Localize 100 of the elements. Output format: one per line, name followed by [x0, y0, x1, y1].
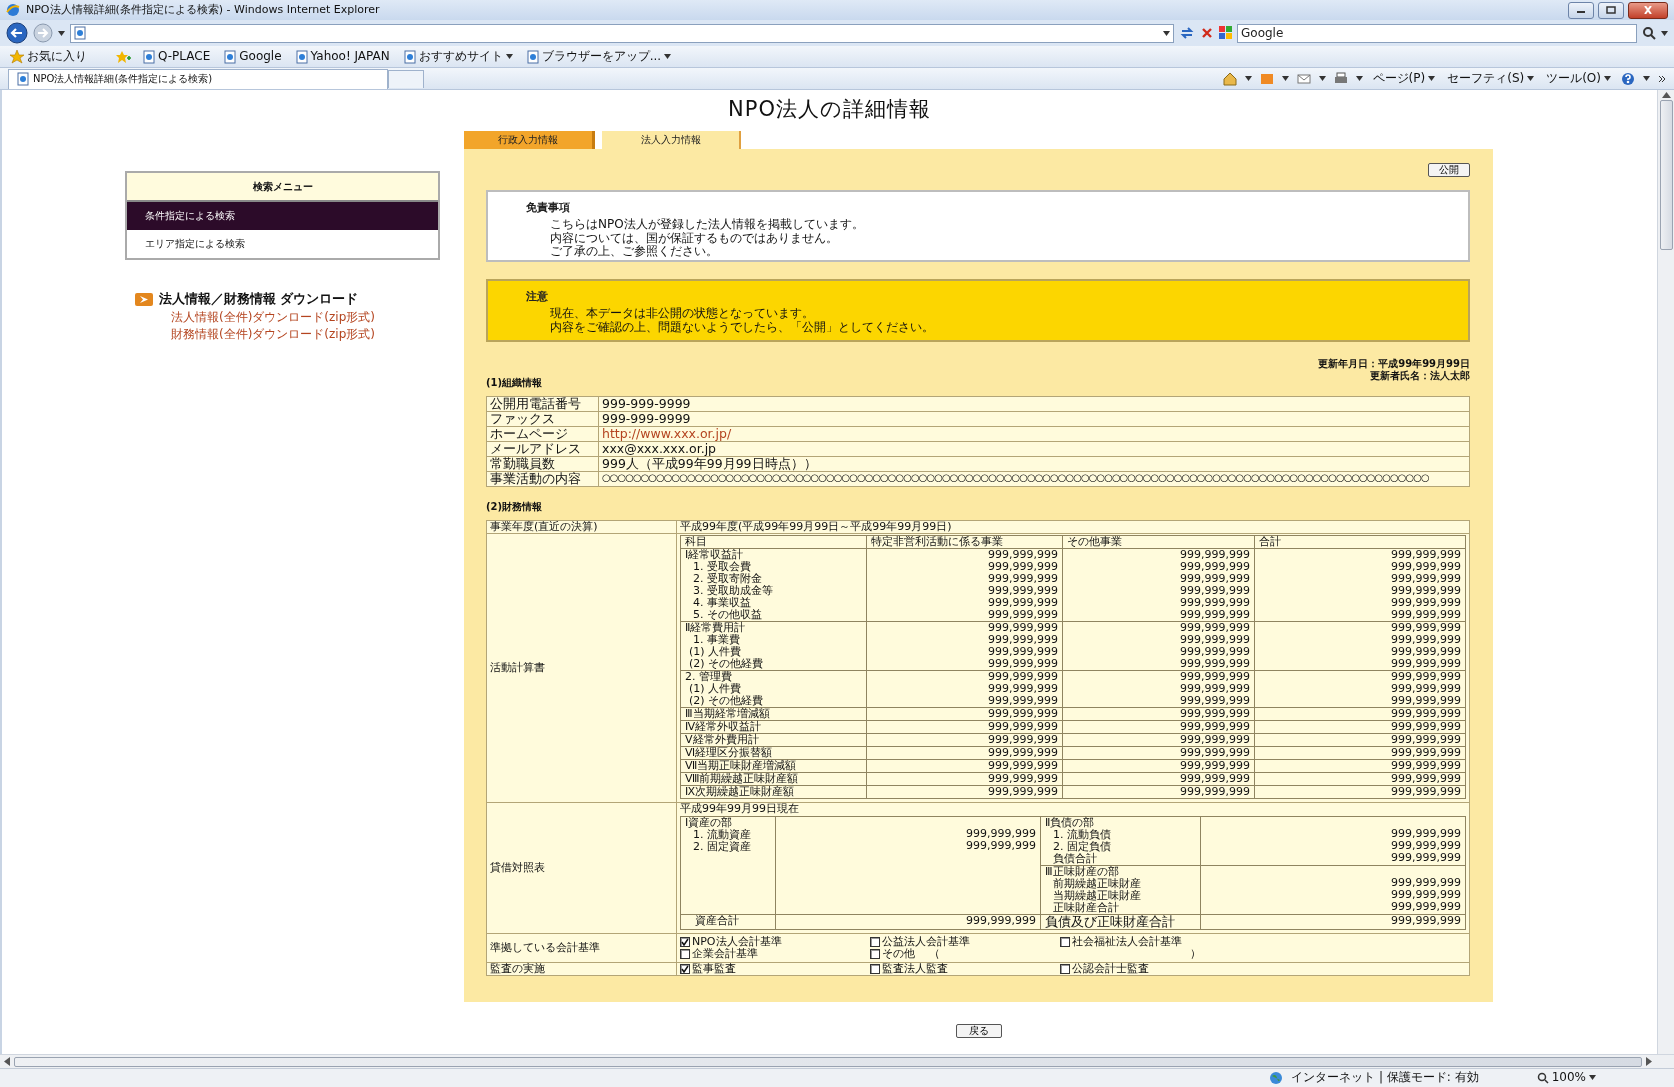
- toolbar-button[interactable]: [1333, 71, 1348, 86]
- caret-icon[interactable]: [1589, 1075, 1596, 1081]
- caret-icon[interactable]: [1643, 76, 1650, 81]
- bookmark-link[interactable]: Google: [222, 49, 284, 64]
- printer-icon: [1333, 71, 1348, 86]
- refresh-button[interactable]: [1179, 26, 1195, 40]
- help-icon: [1621, 71, 1635, 86]
- caret-icon[interactable]: [505, 54, 513, 59]
- caret-icon[interactable]: [1163, 30, 1170, 36]
- amount-text: 999,999,999: [1390, 773, 1461, 786]
- checkbox[interactable]: [870, 949, 880, 960]
- amount-text: 999,999,999: [1390, 683, 1461, 696]
- caret-icon[interactable]: [1428, 76, 1436, 81]
- help-button[interactable]: [1621, 71, 1635, 86]
- search-field[interactable]: Google: [1237, 23, 1637, 43]
- checkbox[interactable]: [680, 949, 690, 960]
- amount-text: 999,999,999: [1390, 786, 1461, 799]
- checkbox[interactable]: [1060, 937, 1070, 948]
- table-cell: 貸借対照表: [486, 802, 677, 934]
- forward-button[interactable]: [33, 23, 53, 43]
- horizontal-scrollbar[interactable]: [0, 1054, 1674, 1068]
- menu-item[interactable]: 条件指定による検索: [127, 202, 438, 231]
- maximize-button[interactable]: [1598, 1, 1624, 19]
- amount-text: 999,999,999: [1179, 622, 1250, 635]
- vertical-scrollbar[interactable]: [1657, 90, 1674, 1054]
- table-cell: 常勤職員数: [486, 456, 599, 472]
- amount-text: 999,999,999: [987, 671, 1058, 684]
- search-button[interactable]: [1642, 26, 1656, 40]
- table-cell: 事業活動の内容: [486, 471, 599, 487]
- back-button[interactable]: 戻る: [955, 1024, 1002, 1039]
- bookmark-link[interactable]: Q-PLACE: [141, 49, 213, 64]
- table-cell: 監査の実施: [486, 962, 677, 976]
- magnifier-icon: [1536, 1072, 1549, 1084]
- caret-icon[interactable]: [1318, 76, 1326, 81]
- amount-text: 999,999,999: [1390, 747, 1461, 760]
- browser-tab[interactable]: NPO法人情報詳細(条件指定による検索): [8, 68, 388, 89]
- home-icon: [1222, 71, 1237, 86]
- amount-text: 999,999,999: [987, 609, 1058, 622]
- page-heading: NPO法人の詳細情報: [727, 97, 932, 123]
- publish-button[interactable]: 公開: [1428, 163, 1470, 178]
- scroll-left-icon: [4, 1057, 10, 1066]
- bookmark-link[interactable]: Yahoo! JAPAN: [293, 49, 392, 64]
- caret-icon[interactable]: [1527, 76, 1535, 81]
- download-heading: 法人情報／財務情報 ダウンロード: [159, 292, 359, 307]
- amount-text: 999,999,999: [1390, 561, 1461, 574]
- account-label: Ⅱ負債の部: [1045, 817, 1095, 830]
- column-header: 特定非営利活動に係る事業: [866, 535, 1063, 549]
- account-label: (2) その他経費: [688, 658, 765, 671]
- favorites-button[interactable]: お気に入り: [8, 49, 89, 64]
- amount-text: 999,999,999: [987, 760, 1058, 773]
- checkbox[interactable]: [870, 937, 880, 948]
- checkbox[interactable]: [680, 964, 690, 975]
- account-label: 正味財産合計: [1052, 902, 1120, 915]
- toolbar-button[interactable]: [1296, 71, 1311, 86]
- star-icon: [10, 49, 24, 64]
- add-favorite-button[interactable]: [115, 49, 131, 64]
- account-label: Ⅴ経常外費用計: [685, 734, 760, 747]
- address-field[interactable]: [70, 23, 1174, 43]
- caret-icon[interactable]: [58, 30, 65, 36]
- scrollbar-thumb[interactable]: [1659, 100, 1673, 250]
- amount-text: 999,999,999: [1179, 609, 1250, 622]
- caret-icon[interactable]: [1281, 76, 1289, 81]
- amount-text: 999,999,999: [965, 840, 1036, 853]
- command-menu[interactable]: セーフティ(S): [1445, 71, 1537, 86]
- amount-text: 999,999,999: [987, 734, 1058, 747]
- download-link[interactable]: 法人情報(全件)ダウンロード(zip形式): [125, 310, 440, 325]
- scrollbar-thumb[interactable]: [14, 1056, 1642, 1067]
- account-label: Ⅵ経理区分振替額: [685, 747, 773, 760]
- amount-text: 999,999,999: [1390, 877, 1461, 890]
- toolbar-button[interactable]: [1222, 71, 1237, 86]
- checkbox[interactable]: [680, 937, 690, 948]
- zoom-button[interactable]: 100%: [1534, 1071, 1598, 1085]
- caret-icon[interactable]: [1244, 76, 1252, 81]
- page-tab[interactable]: 行政入力情報: [464, 131, 595, 150]
- section-heading: (1)組織情報: [486, 377, 544, 389]
- minimize-button[interactable]: [1568, 1, 1594, 19]
- account-label: 当期繰越正味財産: [1052, 890, 1142, 903]
- bookmark-link[interactable]: ブラウザーをアップ...: [524, 49, 674, 64]
- command-menu[interactable]: ツール(O): [1544, 71, 1613, 86]
- close-button[interactable]: [1628, 1, 1668, 19]
- chevron-icon[interactable]: [1658, 74, 1666, 83]
- checkbox[interactable]: [870, 964, 880, 975]
- caret-icon[interactable]: [1355, 76, 1363, 81]
- caret-icon[interactable]: [1604, 76, 1611, 81]
- command-menu[interactable]: ページ(P): [1370, 71, 1438, 86]
- caret-icon[interactable]: [664, 54, 672, 59]
- star-plus-icon: [115, 49, 131, 64]
- message-line: 内容をご確認の上、問題ないようでしたら、「公開」としてください。: [549, 320, 935, 335]
- back-button[interactable]: [6, 22, 28, 44]
- amount-text: 999,999,999: [1390, 734, 1461, 747]
- download-link[interactable]: 財務情報(全件)ダウンロード(zip形式): [125, 328, 440, 343]
- page-tab[interactable]: 法人入力情報: [602, 131, 741, 150]
- amount-text: 999,999,999: [1179, 646, 1250, 659]
- account-label: 資産合計: [680, 914, 776, 930]
- bookmark-link[interactable]: おすすめサイト: [401, 49, 515, 64]
- caret-icon[interactable]: [1661, 30, 1668, 36]
- table-cell: 公開用電話番号: [486, 396, 599, 412]
- checkbox[interactable]: [1060, 964, 1070, 975]
- stop-button[interactable]: [1200, 26, 1214, 40]
- homepage-link[interactable]: http://www.xxx.or.jp/: [602, 425, 732, 441]
